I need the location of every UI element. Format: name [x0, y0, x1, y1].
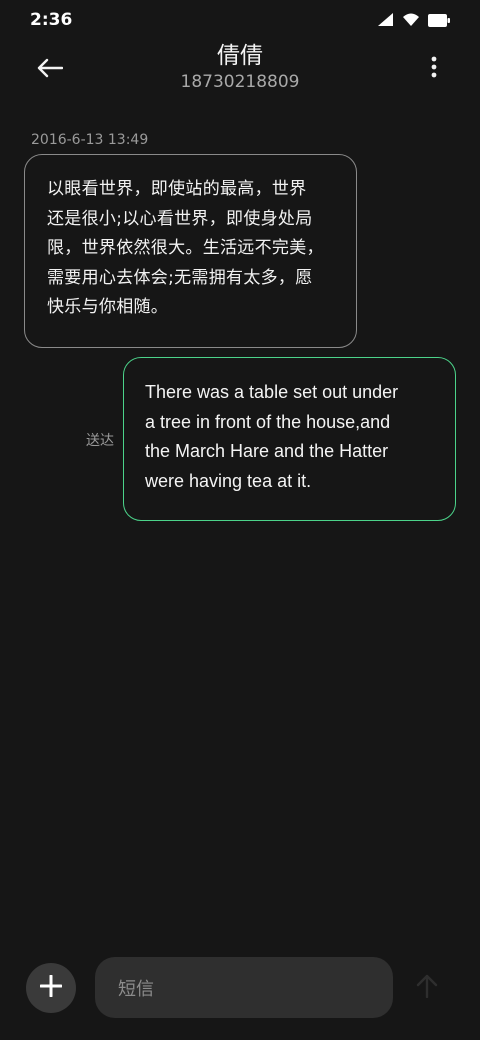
- add-attachment-button[interactable]: [26, 963, 76, 1013]
- message-line: a tree in front of the house,and: [145, 411, 391, 432]
- contact-number: 18730218809: [180, 72, 300, 92]
- message-line: were having tea at it.: [145, 470, 312, 491]
- battery-icon: [428, 12, 450, 31]
- message-timestamp: 2016-6-13 13:49: [31, 132, 149, 148]
- contact-name: 倩倩: [217, 43, 263, 69]
- message-line: 限，世界依然很大。生活远不完美，: [47, 238, 324, 258]
- message-line: There was a table set out under: [145, 382, 399, 402]
- status-bar: 2:36: [0, 0, 480, 40]
- message-line: 以眼看世界，即使站的最高，世界: [47, 179, 307, 199]
- more-options-button[interactable]: [422, 54, 446, 84]
- status-icons: [377, 12, 450, 31]
- arrow-left-icon: [37, 58, 64, 82]
- message-line: the March Hare and the Hatter: [145, 441, 389, 461]
- send-arrow-icon: [416, 974, 438, 1002]
- status-time: 2:36: [30, 10, 73, 30]
- signal-icon: [377, 12, 394, 31]
- wifi-icon: [402, 12, 420, 31]
- plus-icon: [39, 974, 63, 1001]
- incoming-message-bubble[interactable]: 以眼看世界，即使站的最高，世界 还是很小;以心看世界，即使身处局 限，世界依然很…: [24, 154, 357, 348]
- send-button[interactable]: [407, 968, 447, 1008]
- delivery-status: 送达: [86, 433, 114, 449]
- message-line: 还是很小;以心看世界，即使身处局: [47, 208, 313, 229]
- message-line: 快乐与你相随。: [47, 297, 169, 317]
- more-vertical-icon: [431, 56, 437, 82]
- conversation-title: 倩倩 18730218809: [90, 42, 390, 93]
- outgoing-message-bubble[interactable]: There was a table set out under a tree i…: [123, 357, 456, 521]
- back-button[interactable]: [30, 50, 70, 90]
- message-input-placeholder: 短信: [118, 978, 154, 1000]
- message-input[interactable]: 短信: [95, 957, 393, 1018]
- message-line: 需要用心去体会;无需拥有太多，愿: [47, 267, 313, 288]
